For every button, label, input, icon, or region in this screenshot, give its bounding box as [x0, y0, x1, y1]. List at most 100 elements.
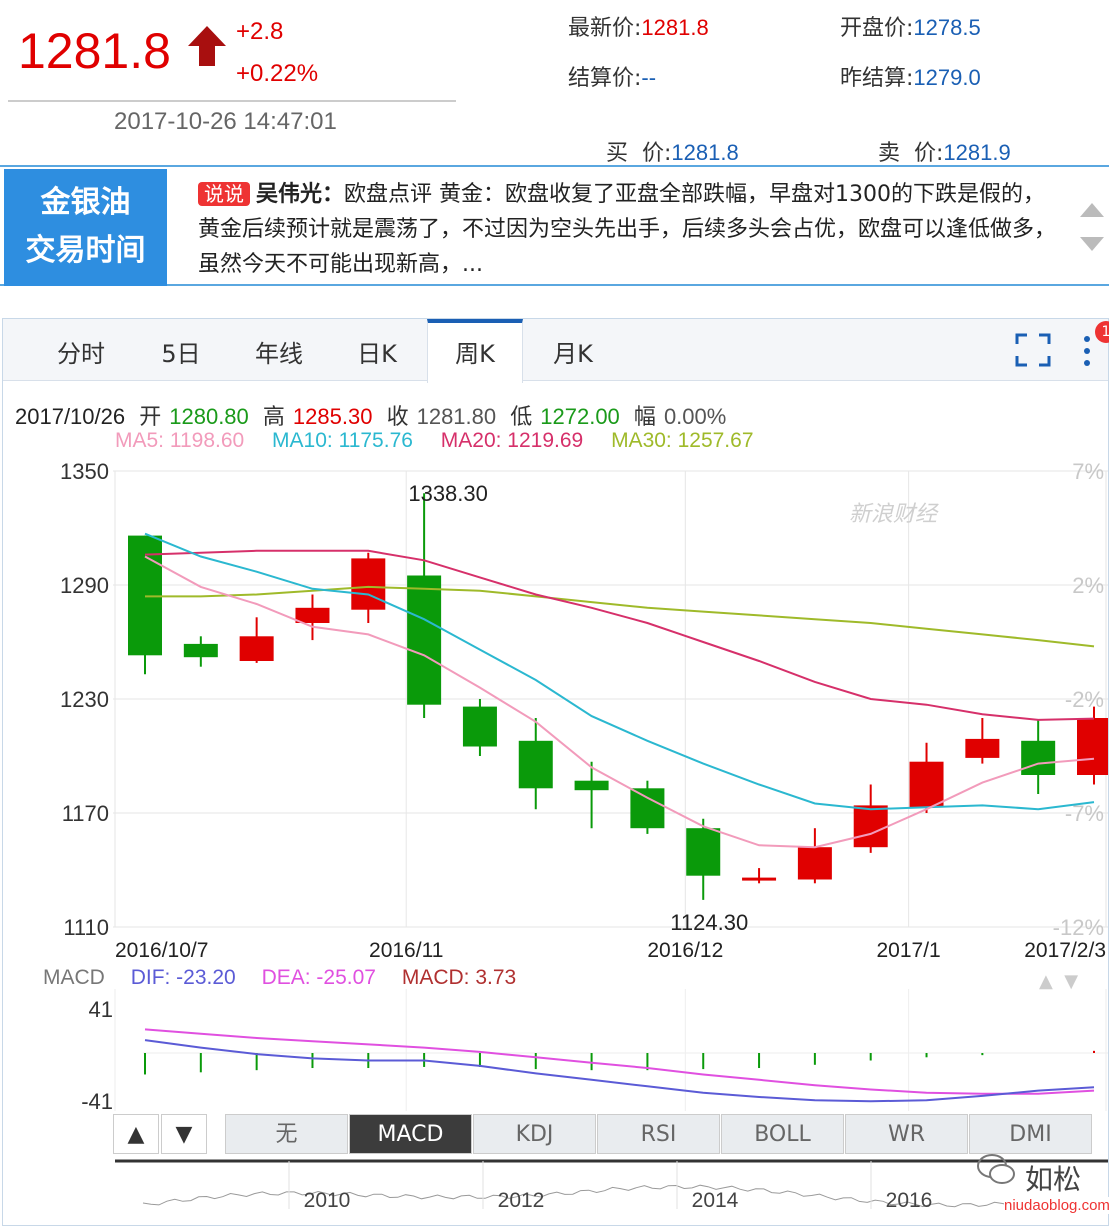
quote-open: 开盘价:1278.5 — [840, 15, 981, 41]
candle-body — [574, 780, 609, 791]
scroll-down-icon — [1080, 237, 1104, 251]
macd-nav-arrows[interactable]: ▲ ▼ — [1039, 971, 1078, 992]
ma30-label: MA30: 1257.67 — [611, 429, 754, 452]
divider — [8, 100, 456, 102]
tab-daily-k[interactable]: 日K — [329, 319, 425, 381]
tab-weekly-k[interactable]: 周K — [427, 319, 523, 383]
tab-intraday[interactable]: 分时 — [33, 319, 129, 381]
overview-year-label: 2014 — [692, 1189, 739, 1209]
indicator-macd[interactable]: MACD — [349, 1114, 472, 1154]
price-change-pct: +0.22% — [236, 60, 319, 87]
news-banner: 金银油 交易时间 说说 吴伟光：欧盘点评 黄金：欧盘收复了亚盘全部跌幅，早盘对13… — [0, 165, 1109, 286]
ma5-line — [144, 555, 1095, 849]
macd-legend: MACD DIF: -23.20 DEA: -25.07 MACD: 3.73 — [43, 966, 536, 990]
news-scroll-arrows[interactable] — [1079, 197, 1105, 257]
macd-label: MACD: 3.73 — [401, 966, 517, 989]
chart-panel: 分时 5日 年线 日K 周K 月K 1 2017/10/26 开 1280.80 … — [2, 318, 1109, 1226]
dif-label: DIF: -23.20 — [130, 966, 236, 989]
ma-legend: MA5: 1198.60 MA10: 1175.76 MA20: 1219.69… — [115, 429, 776, 453]
candle-body — [797, 847, 832, 880]
candle-body — [1021, 740, 1056, 775]
y-tick-label: 1350 — [60, 459, 109, 484]
last-price: 1281.8 — [18, 23, 171, 79]
dif-line — [144, 1039, 1095, 1103]
scroll-up-icon — [1080, 203, 1104, 217]
candle-body — [239, 636, 274, 661]
macd-y-tick: -41 — [81, 1089, 113, 1114]
ohlc-amp: 0.00% — [663, 404, 727, 429]
quote-settle: 结算价:-- — [568, 65, 657, 91]
overview-year-label: 2010 — [304, 1189, 351, 1209]
indicator-none[interactable]: 无 — [225, 1114, 348, 1154]
candle-body — [742, 877, 777, 881]
price-change: +2.8 — [236, 18, 284, 45]
ohlc-high: 1285.30 — [292, 404, 373, 429]
next-button[interactable]: ▼ — [161, 1114, 207, 1154]
y-tick-label: 1110 — [63, 915, 109, 940]
pct-tick-label: -12% — [1053, 915, 1104, 940]
x-tick-label: 2017/2/3 — [1024, 939, 1106, 962]
min-annotation: 1124.30 — [670, 910, 748, 935]
indicator-dmi[interactable]: DMI — [969, 1114, 1092, 1154]
pct-tick-label: 7% — [1072, 459, 1104, 484]
candle-body — [183, 643, 218, 658]
dea-label: DEA: -25.07 — [261, 966, 376, 989]
talk-tag: 说说 — [198, 182, 250, 206]
more-icon[interactable] — [1081, 331, 1093, 371]
news-item[interactable]: 说说 吴伟光：欧盘点评 黄金：欧盘收复了亚盘全部跌幅，早盘对1300的下跌是假的，… — [198, 177, 1058, 282]
quote-latest: 最新价:1281.8 — [568, 15, 709, 41]
ma10-line — [144, 532, 1095, 811]
overview-year-label: 2012 — [498, 1189, 545, 1209]
tab-monthly-k[interactable]: 月K — [525, 319, 621, 381]
price-header: 1281.8 +2.8 +0.22% 2017-10-26 14:47:01 最… — [0, 0, 1109, 166]
tab-year[interactable]: 年线 — [231, 319, 327, 381]
candle-body — [853, 805, 888, 848]
indicator-wr[interactable]: WR — [845, 1114, 968, 1154]
pct-tick-label: -2% — [1065, 687, 1104, 712]
ohlc-low: 1272.00 — [540, 404, 620, 429]
overview-line — [142, 1184, 1099, 1208]
site-watermark: niudaoblog.com — [1004, 1197, 1109, 1214]
brand-watermark: 如松 — [1025, 1163, 1082, 1196]
candle-body — [407, 575, 442, 705]
x-tick-label: 2016/11 — [369, 939, 443, 962]
fullscreen-icon[interactable] — [1015, 333, 1051, 367]
ma5-label: MA5: 1198.60 — [115, 429, 245, 452]
macd-legend-title: MACD — [43, 966, 105, 989]
pct-tick-label: 2% — [1072, 573, 1104, 598]
pct-tick-label: -7% — [1065, 801, 1104, 826]
dea-line — [144, 1028, 1095, 1095]
up-arrow-icon — [188, 26, 226, 66]
indicator-kdj[interactable]: KDJ — [473, 1114, 596, 1154]
x-tick-label: 2016/10/7 — [115, 939, 208, 962]
candle-body — [295, 607, 330, 623]
wechat-logo-icon — [977, 1154, 1015, 1184]
candle-body — [965, 738, 1000, 758]
indicator-boll[interactable]: BOLL — [721, 1114, 844, 1154]
tab-5day[interactable]: 5日 — [133, 319, 229, 381]
notification-badge[interactable]: 1 — [1095, 321, 1109, 343]
candle-body — [351, 558, 386, 610]
quote-prev-settle: 昨结算:1279.0 — [840, 65, 981, 91]
candle-body — [686, 828, 721, 876]
ohlc-date: 2017/10/26 — [15, 404, 126, 429]
y-tick-label: 1230 — [60, 687, 109, 712]
candle-body — [630, 788, 665, 829]
indicator-rsi[interactable]: RSI — [597, 1114, 720, 1154]
candle-body — [909, 761, 944, 808]
max-annotation: 1338.30 — [408, 481, 488, 506]
prev-button[interactable]: ▲ — [113, 1114, 159, 1154]
news-author: 吴伟光： — [256, 182, 345, 207]
ohlc-close: 1281.80 — [416, 404, 497, 429]
ma10-label: MA10: 1175.76 — [272, 429, 413, 452]
y-tick-label: 1170 — [62, 801, 109, 826]
ohlc-summary: 2017/10/26 开 1280.80 高 1285.30 收 1281.80 低1… — [15, 404, 727, 429]
candle-body — [518, 740, 553, 789]
period-tabs: 分时 5日 年线 日K 周K 月K 1 — [3, 319, 1109, 383]
x-tick-label: 2016/12 — [647, 939, 723, 962]
trading-hours-badge[interactable]: 金银油 交易时间 — [4, 169, 167, 286]
y-tick-label: 1290 — [60, 573, 109, 598]
ma20-label: MA20: 1219.69 — [440, 429, 584, 452]
ohlc-open: 1280.80 — [169, 404, 249, 429]
candle-body — [128, 535, 162, 656]
